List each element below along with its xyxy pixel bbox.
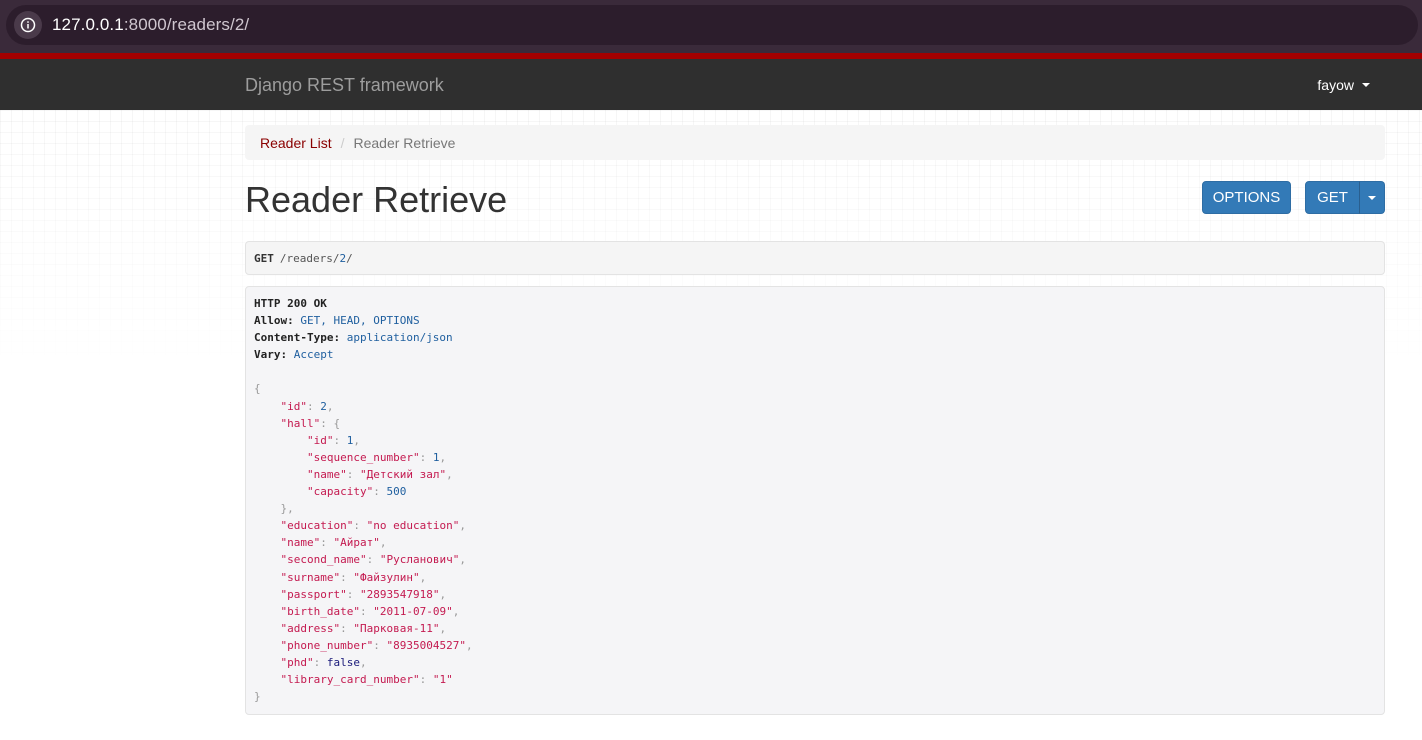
- browser-toolbar: 127.0.0.1:8000/readers/2/: [0, 0, 1422, 53]
- header-name: Content-Type:: [254, 331, 341, 345]
- request-path: /readers/2/: [280, 252, 353, 265]
- brand-link[interactable]: Django REST framework: [245, 75, 444, 96]
- url-path: :8000/readers/2/: [123, 15, 250, 34]
- breadcrumb: Reader List / Reader Retrieve: [245, 125, 1385, 160]
- header-value: application/json: [346, 331, 453, 345]
- json-value-hall-name: "Детский зал": [359, 467, 447, 481]
- json-value-id: 2: [320, 399, 327, 413]
- site-info-icon[interactable]: [14, 11, 42, 39]
- json-body: { "id": 2, "hall": { "id": 1, "sequence_…: [254, 382, 473, 704]
- response-header-content-type: Content-Type: application/json: [254, 329, 1376, 346]
- json-value-phone-number: "8935004527": [386, 638, 466, 652]
- response-status: HTTP 200 OK: [254, 297, 327, 310]
- url-host: 127.0.0.1: [52, 15, 124, 34]
- breadcrumb-link-reader-list[interactable]: Reader List: [260, 135, 332, 151]
- json-value-phd: false: [326, 655, 360, 669]
- request-method: GET: [254, 251, 274, 265]
- user-name: fayow: [1317, 77, 1354, 93]
- navbar: Django REST framework fayow: [0, 59, 1422, 110]
- header-name: Allow:: [254, 314, 294, 328]
- json-value-name: "Айрат": [333, 536, 380, 550]
- header-value: Accept: [293, 348, 334, 362]
- header-value: GET, HEAD, OPTIONS: [300, 314, 420, 328]
- header-name: Vary:: [254, 348, 288, 362]
- page-title: Reader Retrieve: [245, 179, 508, 220]
- chevron-down-icon: [1362, 83, 1370, 87]
- request-path-suffix: /: [346, 251, 353, 265]
- response-header-vary: Vary: Accept: [254, 346, 1376, 363]
- json-value-surname: "Файзулин": [353, 570, 420, 584]
- url-text[interactable]: 127.0.0.1:8000/readers/2/: [52, 15, 249, 35]
- json-value-second-name: "Русланович": [379, 553, 460, 567]
- chevron-down-icon: [1368, 195, 1376, 200]
- get-format-dropdown-button[interactable]: [1359, 181, 1385, 214]
- breadcrumb-separator: /: [340, 134, 345, 151]
- get-button[interactable]: GET: [1305, 181, 1360, 214]
- json-value-library-card-number: "1": [432, 673, 453, 687]
- options-button[interactable]: OPTIONS: [1202, 181, 1291, 214]
- address-bar[interactable]: 127.0.0.1:8000/readers/2/: [6, 5, 1418, 45]
- json-value-hall-capacity: 500: [386, 485, 407, 499]
- json-value-birth-date: "2011-07-09": [373, 604, 453, 618]
- response-header-allow: Allow: GET, HEAD, OPTIONS: [254, 312, 1376, 329]
- response-content: HTTP 200 OK Allow: GET, HEAD, OPTIONS Cont…: [245, 286, 1385, 715]
- json-value-passport: "2893547918": [359, 587, 440, 601]
- json-value-address: "Парковая-11": [353, 621, 440, 635]
- request-info: GET /readers/2/: [245, 241, 1385, 275]
- user-menu[interactable]: fayow: [1317, 77, 1370, 93]
- request-path-prefix: /readers/: [279, 251, 340, 265]
- json-value-education: "no education": [366, 519, 460, 533]
- breadcrumb-current: Reader Retrieve: [353, 134, 456, 151]
